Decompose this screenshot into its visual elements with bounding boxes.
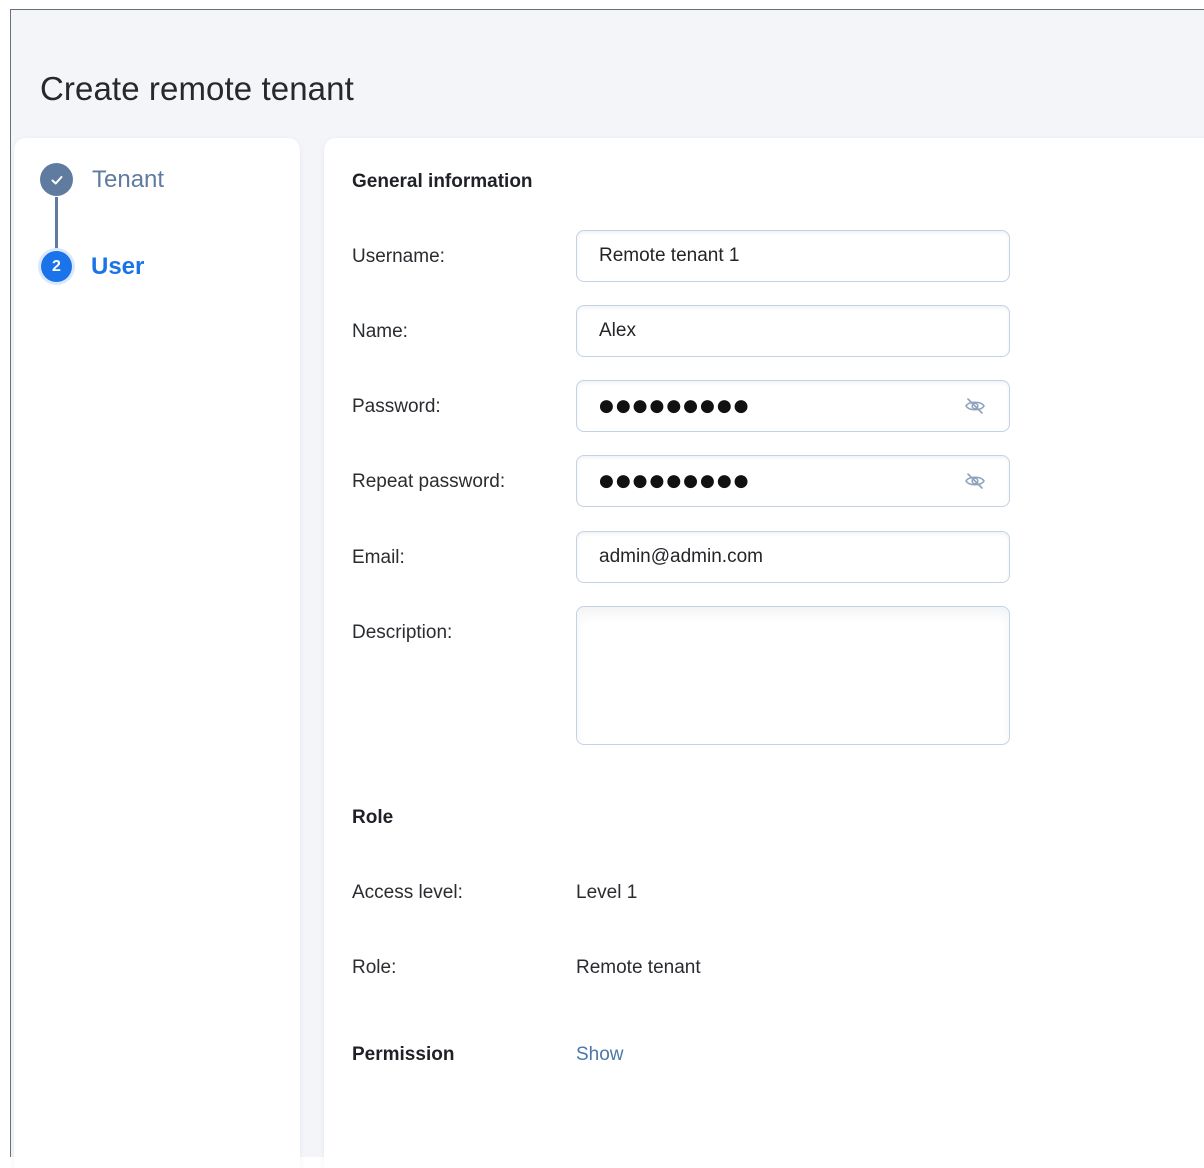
password-value: ●●●●●●●●● — [599, 396, 751, 416]
user-form-panel: General information Username: Remote ten… — [324, 138, 1204, 1168]
eye-slash-icon — [965, 398, 985, 414]
name-label: Name: — [352, 321, 408, 342]
password-label: Password: — [352, 396, 441, 417]
email-value: admin@admin.com — [599, 546, 763, 567]
show-permissions-link[interactable]: Show — [576, 1044, 624, 1066]
name-value: Alex — [599, 320, 636, 341]
toggle-password-visibility[interactable] — [963, 395, 987, 417]
email-input[interactable]: admin@admin.com — [576, 531, 1010, 583]
username-label: Username: — [352, 246, 445, 267]
role-heading: Role — [352, 807, 394, 828]
step-user-label: User — [91, 252, 145, 280]
general-information-heading: General information — [352, 171, 533, 192]
repeat-password-input[interactable]: ●●●●●●●●● — [576, 455, 1010, 507]
step-user[interactable]: 2 User — [40, 251, 144, 282]
name-input[interactable]: Alex — [576, 305, 1010, 357]
permission-heading: Permission — [352, 1044, 455, 1065]
toggle-repeat-password-visibility[interactable] — [963, 470, 987, 492]
username-value: Remote tenant 1 — [599, 245, 740, 266]
page-title: Create remote tenant — [40, 70, 354, 107]
stepper-panel: Tenant 2 User — [14, 138, 300, 1168]
step-tenant[interactable]: Tenant — [40, 163, 164, 196]
app-window: Create remote tenant Tenant 2 User Gener… — [10, 9, 1204, 1168]
step-completed-marker — [40, 163, 73, 196]
username-input[interactable]: Remote tenant 1 — [576, 230, 1010, 282]
access-level-value: Level 1 — [576, 882, 638, 903]
role-label: Role: — [352, 957, 397, 978]
role-value: Remote tenant — [576, 957, 701, 978]
repeat-password-value: ●●●●●●●●● — [599, 471, 751, 491]
step-tenant-label: Tenant — [92, 165, 165, 193]
repeat-password-label: Repeat password: — [352, 471, 506, 492]
check-icon — [51, 175, 62, 184]
step-active-marker: 2 — [41, 251, 72, 282]
email-label: Email: — [352, 547, 405, 568]
description-label: Description: — [352, 622, 453, 643]
password-input[interactable]: ●●●●●●●●● — [576, 380, 1010, 432]
eye-slash-icon — [965, 473, 985, 489]
step-connector — [55, 197, 58, 254]
description-textarea[interactable] — [576, 606, 1010, 745]
access-level-label: Access level: — [352, 882, 463, 903]
